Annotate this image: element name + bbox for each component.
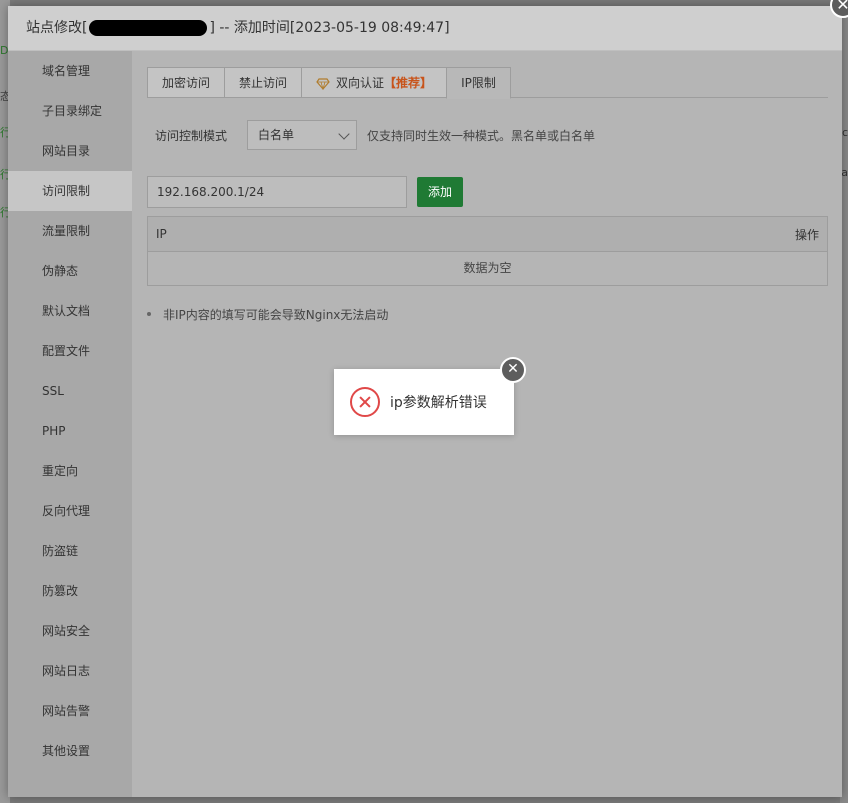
- error-icon: [350, 387, 380, 417]
- sidebar-item-rewrite[interactable]: 伪静态: [8, 251, 132, 291]
- access-mode-row: 访问控制模式 白名单 仅支持同时生效一种模式。黑名单或白名单: [147, 120, 828, 150]
- add-ip-button[interactable]: 添加: [417, 177, 463, 207]
- dialog-title-suffix: ] -- 添加时间[2023-05-19 08:49:47]: [209, 20, 450, 36]
- sidebar-item-subdir[interactable]: 子目录绑定: [8, 91, 132, 131]
- redacted-site-name: [89, 20, 208, 36]
- nginx-warning-note: 非IP内容的填写可能会导致Nginx无法启动: [147, 306, 828, 323]
- sidebar-item-php[interactable]: PHP: [8, 411, 132, 451]
- tab-bar: 加密访问 禁止访问 双向认证【推荐】 IP限制: [147, 67, 828, 99]
- access-mode-label: 访问控制模式: [155, 128, 228, 143]
- sidebar-item-redirect[interactable]: 重定向: [8, 451, 132, 491]
- sidebar-item-site-dir[interactable]: 网站目录: [8, 131, 132, 171]
- background-mark: c: [841, 126, 848, 139]
- sidebar-item-ssl[interactable]: SSL: [8, 371, 132, 411]
- column-header-ip: IP: [156, 227, 167, 241]
- table-empty-state: 数据为空: [463, 261, 512, 275]
- access-mode-hint: 仅支持同时生效一种模式。黑名单或白名单: [367, 128, 596, 143]
- sidebar-item-traffic-limit[interactable]: 流量限制: [8, 211, 132, 251]
- chevron-down-icon: [338, 128, 350, 140]
- access-mode-value: 白名单: [258, 128, 295, 142]
- ip-table: IP 操作 数据为空: [147, 216, 828, 286]
- table-header: IP 操作: [148, 217, 827, 252]
- sidebar-item-tamper-proof[interactable]: 防篡改: [8, 571, 132, 611]
- settings-sidebar: 域名管理 子目录绑定 网站目录 访问限制 流量限制 伪静态 默认文档 配置文件 …: [8, 51, 132, 797]
- recommend-badge: 【推荐】: [384, 76, 433, 90]
- column-header-action: 操作: [794, 227, 819, 242]
- access-mode-select[interactable]: 白名单: [247, 120, 357, 150]
- error-toast: ip参数解析错误 ✕: [334, 357, 526, 435]
- toast-close-icon[interactable]: ✕: [500, 357, 526, 383]
- sidebar-item-site-alert[interactable]: 网站告警: [8, 691, 132, 731]
- error-message: ip参数解析错误: [390, 395, 487, 411]
- sidebar-item-domain[interactable]: 域名管理: [8, 51, 132, 91]
- tab-ip-limit[interactable]: IP限制: [446, 67, 511, 99]
- sidebar-item-access-limit[interactable]: 访问限制: [8, 171, 132, 211]
- sidebar-item-hotlink[interactable]: 防盗链: [8, 531, 132, 571]
- sidebar-item-reverse-proxy[interactable]: 反向代理: [8, 491, 132, 531]
- tab-mutual-auth[interactable]: 双向认证【推荐】: [301, 67, 447, 98]
- dialog-title-prefix: 站点修改[: [26, 20, 88, 36]
- sidebar-item-other[interactable]: 其他设置: [8, 731, 132, 771]
- dialog-header: 站点修改[ ] -- 添加时间[2023-05-19 08:49:47] ✕: [8, 0, 848, 51]
- tab-encrypted-access[interactable]: 加密访问: [147, 67, 225, 98]
- dialog-close-icon[interactable]: ✕: [830, 0, 848, 18]
- tab-forbidden-access[interactable]: 禁止访问: [224, 67, 302, 98]
- sidebar-item-site-security[interactable]: 网站安全: [8, 611, 132, 651]
- ip-add-row: 192.168.200.1/24 添加: [147, 176, 828, 208]
- diamond-icon: [316, 77, 330, 90]
- ip-input[interactable]: 192.168.200.1/24: [147, 176, 407, 208]
- sidebar-item-default-doc[interactable]: 默认文档: [8, 291, 132, 331]
- sidebar-item-config[interactable]: 配置文件: [8, 331, 132, 371]
- sidebar-item-site-log[interactable]: 网站日志: [8, 651, 132, 691]
- tab-label: 双向认证: [336, 76, 385, 90]
- background-mark: a: [841, 166, 848, 179]
